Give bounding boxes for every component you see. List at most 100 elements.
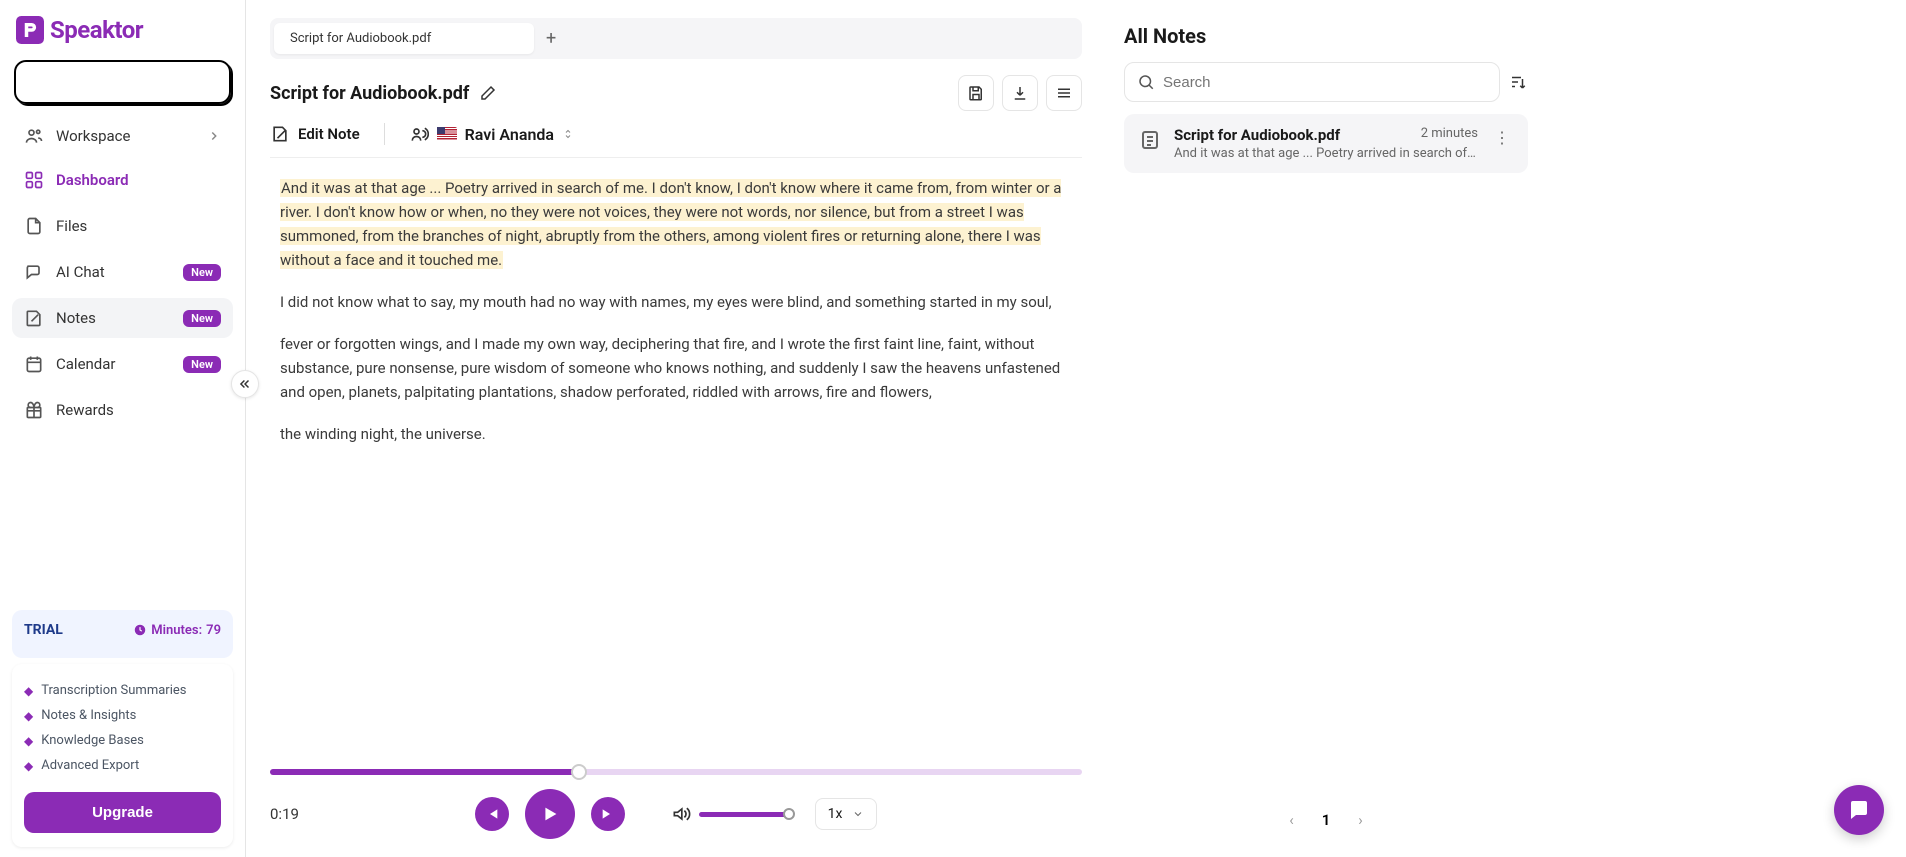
- note-preview: And it was at that age ... Poetry arrive…: [1174, 146, 1478, 161]
- pagination: ‹ 1 ›: [1124, 801, 1528, 839]
- nav-label: Calendar: [56, 355, 171, 373]
- previous-button[interactable]: [475, 797, 509, 831]
- diamond-icon: ◆: [24, 709, 33, 723]
- doc-header: Script for Audiobook.pdf: [270, 75, 1082, 111]
- trial-label: TRIAL: [24, 622, 63, 638]
- nav-files[interactable]: Files: [12, 206, 233, 246]
- workspace-selector[interactable]: Workspace: [12, 116, 233, 156]
- feature-item: ◆Advanced Export: [24, 753, 221, 778]
- sort-button[interactable]: [1508, 62, 1528, 102]
- note-menu-button[interactable]: ⋮: [1490, 126, 1514, 149]
- new-badge: New: [183, 356, 221, 373]
- sidebar-search[interactable]: [14, 60, 231, 104]
- gift-icon: [24, 400, 44, 420]
- chat-icon: [24, 262, 44, 282]
- page-prev[interactable]: ‹: [1289, 811, 1294, 829]
- page-current: 1: [1322, 811, 1331, 829]
- note-content[interactable]: And it was at that age ... Poetry arrive…: [270, 172, 1082, 757]
- next-button[interactable]: [591, 797, 625, 831]
- file-icon: [24, 216, 44, 236]
- nav-label: AI Chat: [56, 263, 171, 281]
- divider: [384, 123, 385, 145]
- paragraph: fever or forgotten wings, and I made my …: [280, 332, 1072, 404]
- skip-back-icon: [484, 806, 500, 822]
- main: Script for Audiobook.pdf + Script for Au…: [246, 0, 1906, 857]
- skip-forward-icon: [600, 806, 616, 822]
- nav-dashboard[interactable]: Dashboard: [12, 160, 233, 200]
- trial-minutes: Minutes: 79: [133, 623, 221, 638]
- play-button[interactable]: [525, 789, 575, 839]
- progress-slider[interactable]: [270, 769, 1082, 775]
- doc-actions: [958, 75, 1082, 111]
- nav-rewards[interactable]: Rewards: [12, 390, 233, 430]
- paragraph: I did not know what to say, my mouth had…: [280, 290, 1072, 314]
- nav-list: Dashboard Files AI Chat New Notes New Ca…: [12, 160, 233, 430]
- nav-ai-chat[interactable]: AI Chat New: [12, 252, 233, 292]
- nav-notes[interactable]: Notes New: [12, 298, 233, 338]
- save-button[interactable]: [958, 75, 994, 111]
- notes-panel-title: All Notes: [1124, 24, 1528, 48]
- brand-logo[interactable]: Speaktor: [12, 10, 233, 56]
- nav-label: Dashboard: [56, 171, 221, 189]
- editor-toolbar: Edit Note Ravi Ananda: [270, 115, 1082, 158]
- voice-name: Ravi Ananda: [465, 125, 554, 144]
- page-next[interactable]: ›: [1358, 811, 1363, 829]
- flag-us-icon: [437, 127, 457, 141]
- save-icon: [967, 84, 985, 102]
- nav-label: Rewards: [56, 401, 221, 419]
- edit-note-icon: [270, 124, 290, 144]
- edit-note-button[interactable]: Edit Note: [270, 124, 360, 144]
- volume-slider[interactable]: [699, 812, 789, 817]
- logo-icon: [16, 16, 44, 44]
- notes-search-input[interactable]: [1163, 74, 1487, 91]
- notes-icon: [24, 308, 44, 328]
- tab[interactable]: Script for Audiobook.pdf: [274, 23, 534, 54]
- chat-support-button[interactable]: [1834, 785, 1884, 835]
- notes-search[interactable]: [1124, 62, 1500, 102]
- upgrade-button[interactable]: Upgrade: [24, 792, 221, 833]
- note-name: Script for Audiobook.pdf: [1174, 126, 1340, 144]
- nav-label: Notes: [56, 309, 171, 327]
- download-button[interactable]: [1002, 75, 1038, 111]
- calendar-icon: [24, 354, 44, 374]
- progress-thumb[interactable]: [571, 764, 587, 780]
- tab-bar: Script for Audiobook.pdf +: [270, 18, 1082, 59]
- notes-panel: All Notes Script for Audiobook.pdf 2 min…: [1106, 0, 1546, 857]
- clock-icon: [133, 623, 147, 637]
- note-file-icon: [1138, 128, 1162, 152]
- diamond-icon: ◆: [24, 759, 33, 773]
- users-icon: [24, 126, 44, 146]
- note-time: 2 minutes: [1421, 126, 1478, 144]
- voice-icon: [409, 124, 429, 144]
- chat-bubble-icon: [1847, 798, 1871, 822]
- editor-area: Script for Audiobook.pdf + Script for Au…: [246, 0, 1106, 857]
- edit-title-icon[interactable]: [479, 84, 497, 102]
- trial-box: TRIAL Minutes: 79: [12, 610, 233, 658]
- chevron-updown-icon: [562, 128, 574, 140]
- speed-selector[interactable]: 1x: [815, 798, 878, 830]
- collapse-sidebar-button[interactable]: [231, 370, 259, 398]
- diamond-icon: ◆: [24, 734, 33, 748]
- nav-label: Files: [56, 217, 221, 235]
- trial-features: ◆Transcription Summaries ◆Notes & Insigh…: [12, 664, 233, 847]
- workspace-label: Workspace: [56, 127, 130, 145]
- nav-calendar[interactable]: Calendar New: [12, 344, 233, 384]
- menu-icon: [1055, 84, 1073, 102]
- new-badge: New: [183, 310, 221, 327]
- volume-icon[interactable]: [671, 804, 691, 824]
- chevron-right-icon: [207, 129, 221, 143]
- search-icon: [1137, 73, 1155, 91]
- more-menu-button[interactable]: [1046, 75, 1082, 111]
- paragraph: the winding night, the universe.: [280, 422, 1072, 446]
- sidebar: Speaktor Workspace Dashboard Files AI Ch…: [0, 0, 246, 857]
- note-card[interactable]: Script for Audiobook.pdf 2 minutes And i…: [1124, 114, 1528, 173]
- voice-selector[interactable]: Ravi Ananda: [409, 124, 574, 144]
- sort-icon: [1509, 73, 1527, 91]
- chevron-left-double-icon: [238, 377, 252, 391]
- volume-thumb[interactable]: [783, 808, 795, 820]
- play-icon: [539, 803, 561, 825]
- feature-item: ◆Knowledge Bases: [24, 728, 221, 753]
- feature-item: ◆Notes & Insights: [24, 703, 221, 728]
- add-tab-button[interactable]: +: [534, 22, 568, 55]
- download-icon: [1011, 84, 1029, 102]
